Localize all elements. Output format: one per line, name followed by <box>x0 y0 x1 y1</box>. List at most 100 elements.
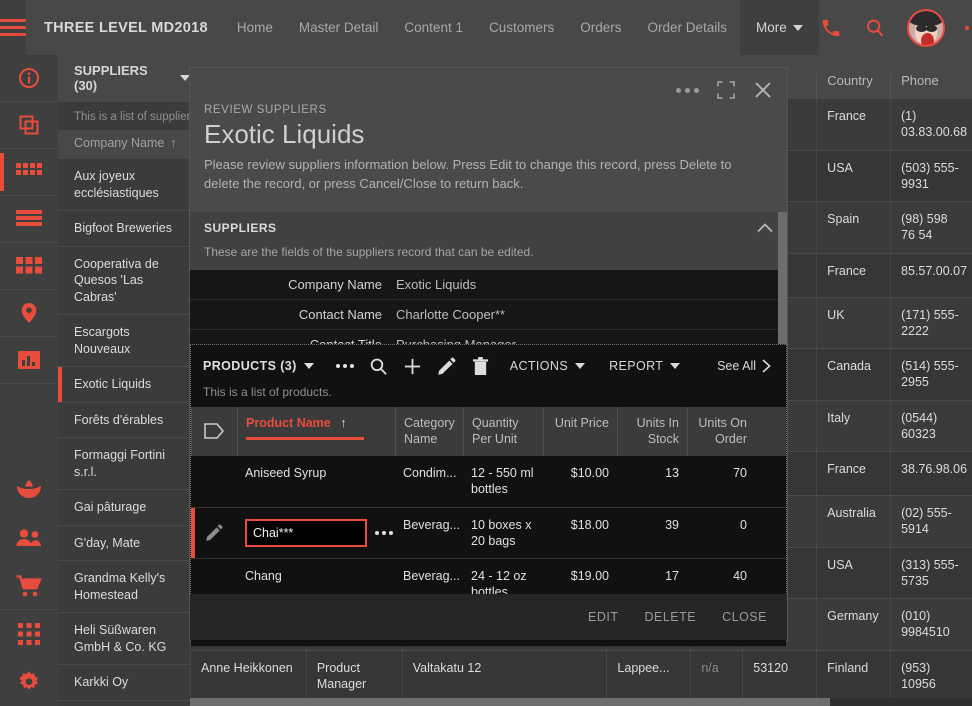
sidebar-item-supplier[interactable]: Formaggi Fortini s.r.l. <box>58 438 190 490</box>
table-row[interactable]: Beverag... 10 boxes x 20 bags $18.00 39 0 <box>191 507 786 559</box>
cell-units-on-order: 70 <box>733 466 747 480</box>
cell-country: Italy <box>816 400 890 451</box>
dialog-header-actions <box>676 80 773 100</box>
sidebar-item-supplier[interactable]: Gai pâturage <box>58 490 190 526</box>
nav-item-content-1[interactable]: Content 1 <box>391 0 476 55</box>
cart-icon <box>16 575 42 597</box>
products-actions-button[interactable]: ACTIONS <box>498 359 597 373</box>
column-header-phone[interactable]: Phone <box>890 73 972 99</box>
row-edit-pencil-icon[interactable] <box>191 508 237 559</box>
rail-item-copy[interactable] <box>0 102 58 149</box>
rail-item-cart[interactable] <box>0 562 58 610</box>
products-column-header-category-name[interactable]: Category Name <box>395 407 463 456</box>
products-panel-title[interactable]: PRODUCTS (3) <box>203 359 314 373</box>
cell-contact-name: Anne Heikkonen <box>190 650 306 701</box>
cell-country: Finland <box>816 650 890 701</box>
products-edit-button[interactable] <box>430 353 464 379</box>
delete-button[interactable]: DELETE <box>644 610 696 624</box>
dialog-footer: EDIT DELETE CLOSE <box>190 594 787 640</box>
overflow-menu-icon[interactable] <box>964 25 972 30</box>
cell-phone: 38.76.98.06 <box>890 452 972 495</box>
rail-item-chart[interactable] <box>0 337 58 384</box>
products-column-header-units-on-order[interactable]: Units On Order <box>687 407 755 456</box>
suppliers-section-header[interactable]: SUPPLIERS <box>190 211 787 245</box>
table-row[interactable]: Aniseed Syrup Condim... 12 - 550 ml bottle… <box>191 456 786 508</box>
products-add-button[interactable] <box>396 353 430 379</box>
products-header-row: Product Name ↑ Category Name Quantity Pe… <box>191 407 786 456</box>
cell-country: Spain <box>816 202 890 253</box>
suppliers-panel-header[interactable]: SUPPLIERS (30) <box>58 55 190 102</box>
nav-item-customers[interactable]: Customers <box>476 0 567 55</box>
product-name-input[interactable] <box>245 518 367 547</box>
nav-item-master-detail[interactable]: Master Detail <box>286 0 392 55</box>
products-column-header-units-in-stock[interactable]: Units In Stock <box>617 407 687 456</box>
nav-item-orders[interactable]: Orders <box>567 0 634 55</box>
cell-phone: (1) 03.83.00.68 <box>890 99 972 150</box>
overflow-menu-icon <box>335 364 354 368</box>
sidebar-item-supplier[interactable]: Aux joyeux ecclésiastiques <box>58 159 190 211</box>
rail-item-settings[interactable] <box>0 658 58 706</box>
column-header-country[interactable]: Country <box>816 73 890 99</box>
cell-region: n/a <box>690 650 742 701</box>
sidebar-item-supplier[interactable]: Grandma Kelly's Homestead <box>58 561 190 613</box>
rail-item-map[interactable] <box>0 290 58 337</box>
sidebar-item-supplier[interactable]: Bigfoot Breweries <box>58 211 190 247</box>
hamburger-menu-button[interactable] <box>0 0 26 55</box>
sidebar-item-supplier[interactable]: Leka Trading <box>58 700 190 706</box>
app-title: THREE LEVEL MD2018 <box>44 19 208 36</box>
sidebar-item-supplier[interactable]: Forêts d'érables <box>58 402 190 438</box>
rail-item-tiles[interactable] <box>0 243 58 290</box>
leaf-icon <box>17 480 41 498</box>
avatar[interactable] <box>906 8 945 47</box>
maximize-icon[interactable] <box>717 81 735 99</box>
products-column-header-quantity-per-unit[interactable]: Quantity Per Unit <box>463 407 543 456</box>
close-button[interactable]: CLOSE <box>722 610 767 624</box>
products-filter-button[interactable] <box>191 407 237 456</box>
cell-phone: (98) 598 76 54 <box>890 202 972 253</box>
rail-item-info[interactable] <box>0 55 58 102</box>
avatar-hair <box>908 10 943 27</box>
overflow-menu-icon[interactable] <box>676 87 699 93</box>
sidebar-item-supplier[interactable]: Escargots Nouveaux <box>58 315 190 367</box>
copy-icon <box>19 115 39 135</box>
horizontal-scrollbar[interactable] <box>190 698 972 706</box>
dialog-eyebrow: REVIEW SUPPLIERS <box>204 104 327 116</box>
cell-product-name[interactable] <box>237 508 395 559</box>
cell-product-name[interactable]: Aniseed Syrup <box>237 456 395 507</box>
rail-item-leaf[interactable] <box>0 466 58 514</box>
products-column-header-unit-price[interactable]: Unit Price <box>543 407 617 456</box>
chevron-down-icon <box>670 363 681 369</box>
tag-icon <box>203 423 224 439</box>
rail-item-list[interactable] <box>0 196 58 243</box>
cell-phone: (02) 555-5914 <box>890 496 972 547</box>
products-overflow-button[interactable] <box>328 353 362 379</box>
chevron-down-icon <box>575 363 586 369</box>
sidebar-item-supplier[interactable]: G'day, Mate <box>58 525 190 561</box>
products-see-all-button[interactable]: See All <box>717 359 774 373</box>
field-row: Contact Name Charlotte Cooper** <box>190 300 787 330</box>
edit-button[interactable]: EDIT <box>588 610 618 624</box>
search-icon[interactable] <box>863 16 887 40</box>
phone-icon[interactable] <box>819 16 843 40</box>
sidebar-item-supplier[interactable]: Heli Süßwaren GmbH & Co. KG <box>58 613 190 665</box>
close-icon[interactable] <box>753 80 773 100</box>
products-report-button[interactable]: REPORT <box>597 359 692 373</box>
sidebar-item-supplier-selected[interactable]: Exotic Liquids <box>58 367 190 403</box>
products-search-button[interactable] <box>362 353 396 379</box>
rail-item-people[interactable] <box>0 514 58 562</box>
nav-item-more[interactable]: More <box>740 0 819 55</box>
nav-item-home[interactable]: Home <box>224 0 286 55</box>
sidebar-item-supplier[interactable]: Karkki Oy <box>58 665 190 701</box>
products-delete-button[interactable] <box>464 353 498 379</box>
table-row[interactable]: Anne Heikkonen Product Manager Valtakatu 1… <box>190 650 972 702</box>
products-column-header-product-name[interactable]: Product Name ↑ <box>237 407 395 456</box>
horizontal-scrollbar-thumb[interactable] <box>190 698 830 706</box>
chevron-up-icon[interactable] <box>757 222 773 233</box>
row-overflow-menu-icon[interactable] <box>375 530 393 535</box>
rail-item-grid[interactable] <box>0 149 58 196</box>
rail-item-apps[interactable] <box>0 610 58 658</box>
cell-contact-title: Product Manager <box>305 650 402 701</box>
sidebar-item-supplier[interactable]: Cooperativa de Quesos 'Las Cabras' <box>58 246 190 315</box>
suppliers-column-header[interactable]: Company Name ↑ <box>58 130 190 159</box>
nav-item-order-details[interactable]: Order Details <box>635 0 741 55</box>
